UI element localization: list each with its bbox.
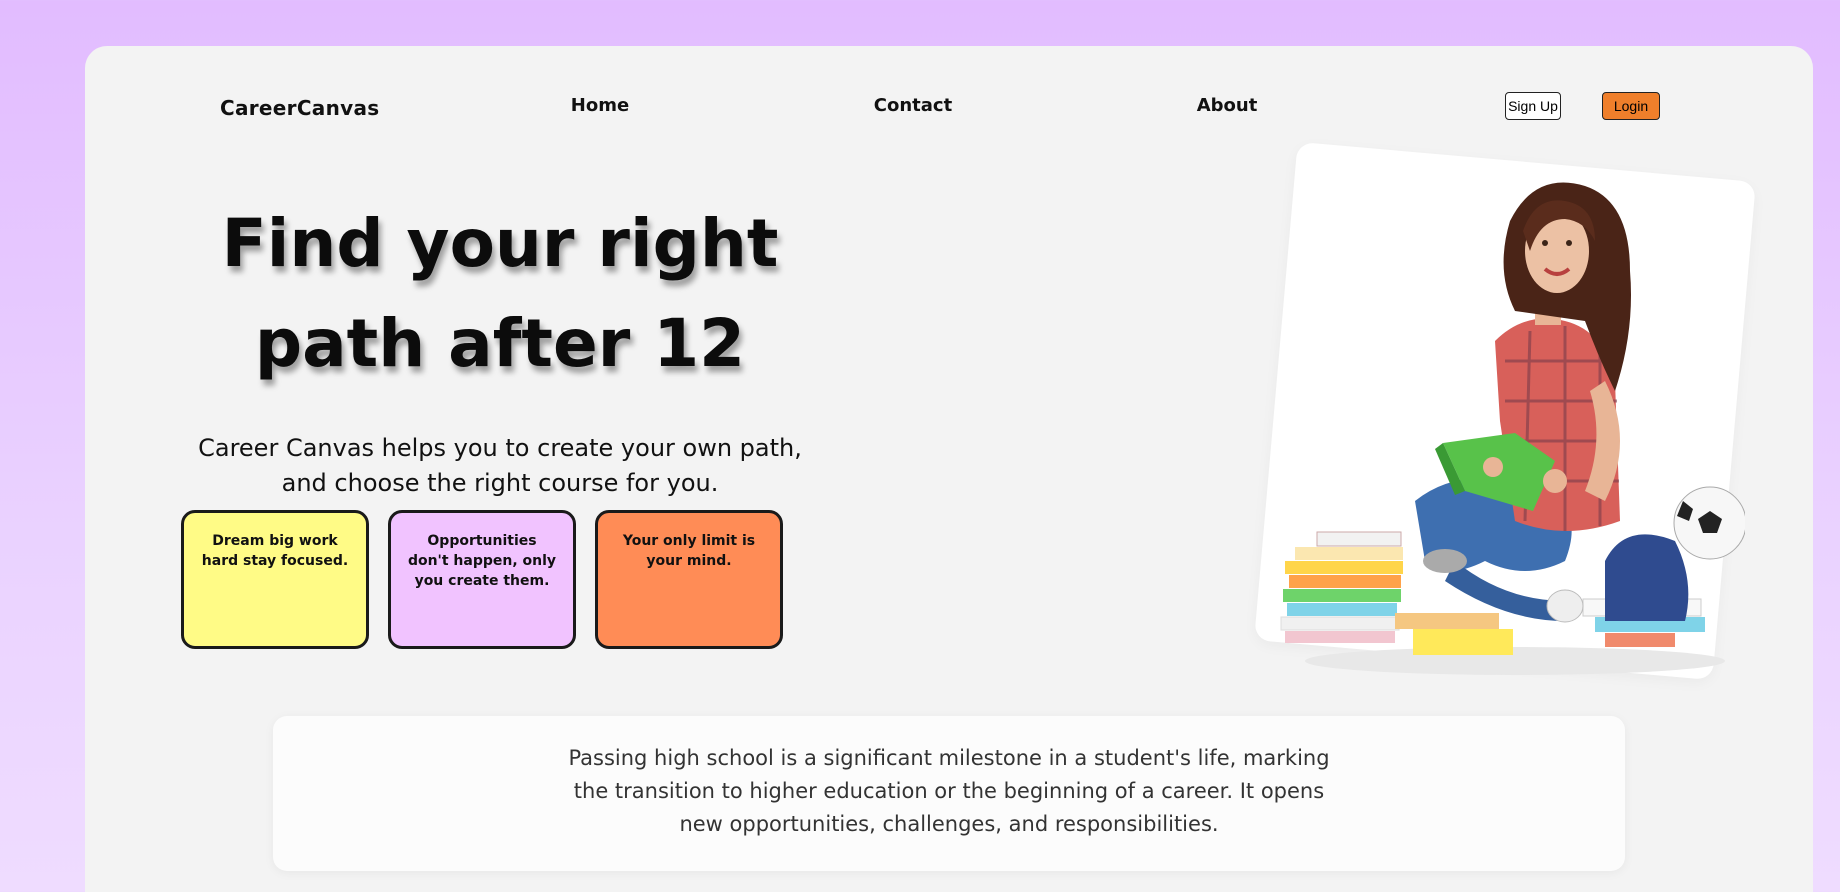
hero-subtitle: Career Canvas helps you to create your o… [150,431,850,501]
hero-subtitle-line-2: and choose the right course for you. [281,469,719,497]
info-box: Passing high school is a significant mil… [273,716,1625,871]
nav-link-home[interactable]: Home [571,95,629,116]
info-text: Passing high school is a significant mil… [568,746,1330,836]
login-button[interactable]: Login [1602,92,1660,120]
nav-link-about[interactable]: About [1197,95,1258,116]
site-logo[interactable]: CareerCanvas [220,96,379,120]
hero-title-line-2: path after 12 [254,305,746,382]
quote-text: Your only limit is your mind. [622,533,756,569]
quote-text: Dream big work hard stay focused. [201,533,349,569]
student-reading-illustration [1280,182,1745,675]
hero-title: Find your right path after 12 [150,194,850,394]
hero-title-line-1: Find your right [221,205,779,282]
quote-card-2: Opportunities don't happen, only you cre… [388,510,576,649]
hero-subtitle-line-1: Career Canvas helps you to create your o… [198,434,802,462]
quote-text: Opportunities don't happen, only you cre… [407,533,557,589]
nav-link-contact[interactable]: Contact [874,95,952,116]
quote-card-1: Dream big work hard stay focused. [181,510,369,649]
quote-card-3: Your only limit is your mind. [595,510,783,649]
signup-button[interactable]: Sign Up [1505,92,1561,120]
main-container: CareerCanvas Home Contact About Sign Up … [85,46,1813,892]
